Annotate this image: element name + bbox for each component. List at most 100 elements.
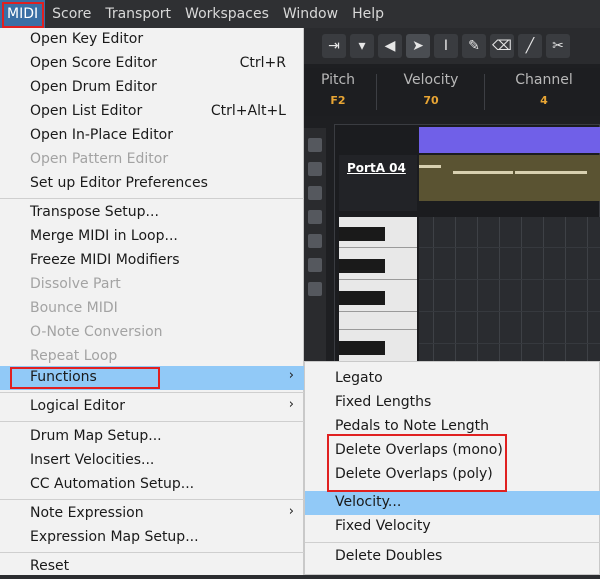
tool-icon[interactable] — [308, 282, 322, 296]
menu-item-insert-velocities[interactable]: Insert Velocities... — [0, 449, 304, 473]
menubar: MIDI Score Transport Workspaces Window H… — [0, 0, 600, 28]
menu-item-functions[interactable]: Functions › — [0, 366, 304, 390]
menu-item-open-key-editor[interactable]: Open Key Editor — [0, 28, 304, 52]
info-line: Pitch F2 Velocity 70 Channel 4 — [304, 68, 600, 116]
menu-workspaces[interactable]: Workspaces — [178, 0, 276, 28]
note-bar — [419, 165, 441, 168]
menu-separator — [0, 198, 304, 199]
submenu-item-delete-overlaps-poly[interactable]: Delete Overlaps (poly) — [305, 463, 600, 487]
menu-score[interactable]: Score — [45, 0, 98, 28]
menu-separator — [0, 499, 304, 500]
menu-item-open-score-editor[interactable]: Open Score Editor Ctrl+R — [0, 52, 304, 76]
velocity-value: 70 — [423, 94, 439, 107]
menu-item-merge-midi-in-loop[interactable]: Merge MIDI in Loop... — [0, 225, 304, 249]
menu-item-label: Drum Map Setup... — [30, 428, 162, 444]
cut-tool-icon[interactable]: ✂ — [546, 34, 570, 58]
menu-item-reset[interactable]: Reset — [0, 555, 304, 579]
grid-line — [419, 279, 600, 280]
menu-item-label: Functions — [30, 369, 97, 385]
submenu-item-fixed-lengths[interactable]: Fixed Lengths — [305, 391, 600, 415]
submenu-item-label: Fixed Lengths — [335, 394, 432, 410]
menu-midi[interactable]: MIDI — [0, 0, 46, 28]
submenu-item-label: Delete Overlaps (poly) — [335, 466, 493, 482]
menu-window[interactable]: Window — [276, 0, 345, 28]
menu-item-drum-map-setup[interactable]: Drum Map Setup... — [0, 425, 304, 449]
note-editor[interactable]: PortA 04 — [334, 124, 600, 375]
velocity-label: Velocity — [403, 72, 459, 88]
midi-menu: Open Key Editor Open Score Editor Ctrl+R… — [0, 28, 304, 575]
note-bar — [515, 171, 587, 174]
note-grid[interactable] — [419, 217, 600, 373]
grid-line — [565, 217, 566, 373]
menu-item-freeze-midi-modifiers[interactable]: Freeze MIDI Modifiers — [0, 249, 304, 273]
menu-help[interactable]: Help — [345, 0, 391, 28]
range-tool-icon[interactable]: I — [434, 34, 458, 58]
step-input-icon[interactable]: ⇥ — [322, 34, 346, 58]
dropdown-arrow-icon[interactable]: ▾ — [350, 34, 374, 58]
tool-icon[interactable] — [308, 138, 322, 152]
erase-tool-icon[interactable]: ⌫ — [490, 34, 514, 58]
submenu-item-legato[interactable]: Legato — [305, 367, 600, 391]
menu-item-transpose-setup[interactable]: Transpose Setup... — [0, 201, 304, 225]
grid-line — [433, 217, 434, 373]
grid-line — [477, 217, 478, 373]
black-key[interactable] — [339, 227, 385, 241]
menu-item-label: Set up Editor Preferences — [30, 175, 208, 191]
pitch-label: Pitch — [320, 72, 356, 88]
submenu-item-fixed-velocity[interactable]: Fixed Velocity — [305, 515, 600, 539]
submenu-item-pedals-to-note-length[interactable]: Pedals to Note Length — [305, 415, 600, 439]
piano-keyboard[interactable] — [339, 217, 417, 373]
editor-toolbar: ⇥ ▾ ◀ ➤ I ✎ ⌫ ╱ ✂ — [304, 28, 600, 64]
tool-icon[interactable] — [308, 210, 322, 224]
tool-icon[interactable] — [308, 186, 322, 200]
line-tool-icon[interactable]: ╱ — [518, 34, 542, 58]
black-key[interactable] — [339, 259, 385, 273]
tool-icon[interactable] — [308, 258, 322, 272]
menu-item-label: Repeat Loop — [30, 348, 118, 364]
key-editor-background: ⇥ ▾ ◀ ➤ I ✎ ⌫ ╱ ✂ Pitch F2 Velocity 70 C… — [304, 28, 600, 375]
grid-line — [543, 217, 544, 373]
divider — [376, 74, 377, 110]
submenu-item-label: Pedals to Note Length — [335, 418, 490, 434]
menu-item-open-list-editor[interactable]: Open List Editor Ctrl+Alt+L — [0, 100, 304, 124]
menu-item-label: Expression Map Setup... — [30, 529, 199, 545]
speaker-icon[interactable]: ◀ — [378, 34, 402, 58]
key-line — [339, 279, 417, 280]
menu-item-set-up-editor-preferences[interactable]: Set up Editor Preferences — [0, 172, 304, 196]
menu-item-label: Open Drum Editor — [30, 79, 157, 95]
menu-item-note-expression[interactable]: Note Expression › — [0, 502, 304, 526]
menu-item-open-drum-editor[interactable]: Open Drum Editor — [0, 76, 304, 100]
black-key[interactable] — [339, 341, 385, 355]
key-line — [339, 311, 417, 312]
submenu-item-label: Delete Overlaps (mono) — [335, 442, 503, 458]
draw-tool-icon[interactable]: ✎ — [462, 34, 486, 58]
pitch-cell[interactable]: Pitch F2 — [304, 72, 372, 107]
submenu-item-velocity[interactable]: Velocity... — [305, 491, 600, 515]
menu-item-logical-editor[interactable]: Logical Editor › — [0, 395, 304, 419]
grid-line — [419, 247, 600, 248]
menu-transport[interactable]: Transport — [98, 0, 178, 28]
grid-line — [521, 217, 522, 373]
tool-icon[interactable] — [308, 234, 322, 248]
submenu-item-label: Velocity... — [335, 494, 402, 510]
submenu-item-delete-overlaps-mono[interactable]: Delete Overlaps (mono) — [305, 439, 600, 463]
part-overview-lane[interactable] — [419, 155, 600, 201]
track-name-panel[interactable]: PortA 04 — [339, 155, 417, 211]
submenu-item-delete-doubles[interactable]: Delete Doubles — [305, 545, 600, 569]
timeline-ruler[interactable] — [419, 127, 600, 153]
velocity-cell[interactable]: Velocity 70 — [394, 72, 468, 107]
menu-item-open-in-place-editor[interactable]: Open In-Place Editor — [0, 124, 304, 148]
pointer-tool-icon[interactable]: ➤ — [406, 34, 430, 58]
menu-item-label: Open Key Editor — [30, 31, 144, 47]
menu-item-o-note-conversion: O-Note Conversion — [0, 321, 304, 345]
menu-separator — [0, 392, 304, 393]
menu-item-expression-map-setup[interactable]: Expression Map Setup... — [0, 526, 304, 550]
left-toolstrip — [304, 128, 326, 368]
tool-icon[interactable] — [308, 162, 322, 176]
menu-separator — [305, 542, 600, 543]
menu-item-cc-automation-setup[interactable]: CC Automation Setup... — [0, 473, 304, 497]
grid-line — [587, 217, 588, 373]
black-key[interactable] — [339, 291, 385, 305]
channel-label: Channel — [515, 72, 573, 88]
channel-cell[interactable]: Channel 4 — [504, 72, 584, 107]
